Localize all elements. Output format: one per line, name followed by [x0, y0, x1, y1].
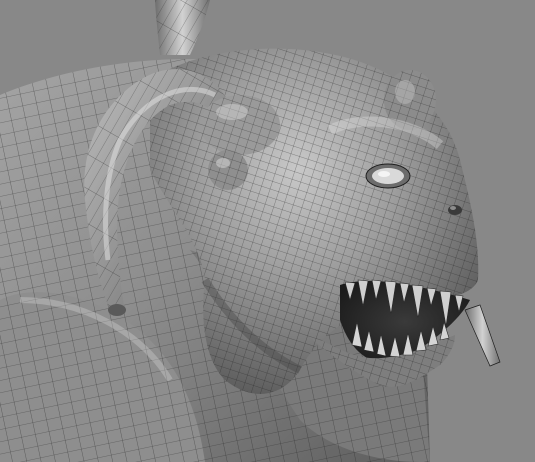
creature-render: [0, 0, 535, 462]
horn-base: [200, 95, 280, 155]
cheek-bump: [208, 150, 248, 190]
3d-viewport[interactable]: [0, 0, 535, 462]
eye: [365, 163, 411, 189]
nostril: [448, 205, 462, 215]
